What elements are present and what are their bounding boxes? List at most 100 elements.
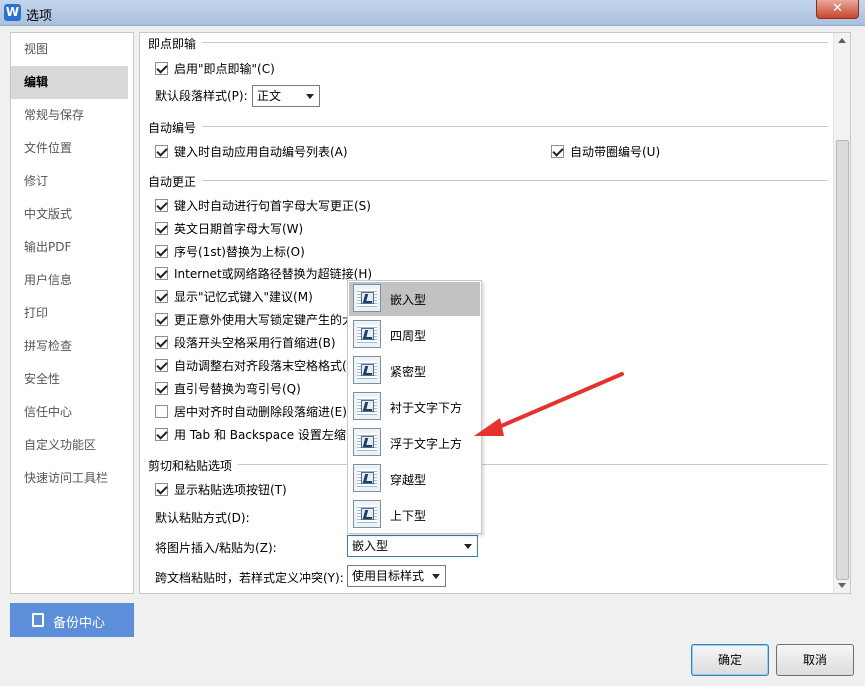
title-bar: W 选项 ✕ xyxy=(0,0,865,26)
edit-options-panel: 即点即输 启用"即点即输"(C) 默认段落样式(P): 正文 自动编号 键入时自… xyxy=(139,32,851,594)
auto-correct-label: 自动调整右对齐段落末空格格式( xyxy=(174,359,347,373)
auto-correct-option[interactable]: 英文日期首字母大写(W) xyxy=(155,220,303,238)
auto-correct-option[interactable]: 序号(1st)替换为上标(O) xyxy=(155,243,305,261)
sidebar-item-customize-ribbon[interactable]: 自定义功能区 xyxy=(11,429,133,462)
section-divider xyxy=(148,180,828,181)
enable-click-input-checkbox[interactable] xyxy=(155,62,168,75)
scroll-up-icon[interactable] xyxy=(838,38,846,43)
dropdown-option-top-bottom[interactable]: 上下型 xyxy=(349,498,480,532)
scroll-down-icon[interactable] xyxy=(838,583,846,588)
auto-correct-option[interactable]: 更正意外使用大写锁定键产生的大 xyxy=(155,311,354,329)
sidebar-item-file-location[interactable]: 文件位置 xyxy=(11,132,133,165)
show-paste-button-option[interactable]: 显示粘贴选项按钮(T) xyxy=(155,481,287,499)
dropdown-option-label: 嵌入型 xyxy=(390,293,427,307)
dropdown-option-label: 四周型 xyxy=(390,329,427,343)
sidebar-item-user-info[interactable]: 用户信息 xyxy=(11,264,133,297)
auto-circled-number-option[interactable]: 自动带圈编号(U) xyxy=(551,143,660,161)
auto-correct-checkbox[interactable] xyxy=(155,245,168,258)
dropdown-option-behind-text[interactable]: 衬于文字下方 xyxy=(349,390,480,424)
auto-correct-option[interactable]: 用 Tab 和 Backspace 设置左缩 xyxy=(155,426,346,444)
auto-number-list-checkbox[interactable] xyxy=(155,145,168,158)
wrap-style-dropdown: 嵌入型 四周型 紧密型 衬于文字下方 浮于文字上方 穿越型 上下型 xyxy=(347,280,482,534)
auto-correct-label: Internet或网络路径替换为超链接(H) xyxy=(174,267,373,281)
enable-click-input-option[interactable]: 启用"即点即输"(C) xyxy=(155,60,275,78)
auto-correct-checkbox[interactable] xyxy=(155,199,168,212)
sidebar-item-edit[interactable]: 编辑 xyxy=(11,66,128,99)
auto-correct-checkbox[interactable] xyxy=(155,382,168,395)
sidebar-item-general-save[interactable]: 常规与保存 xyxy=(11,99,133,132)
enable-click-input-label: 启用"即点即输"(C) xyxy=(174,62,275,76)
dropdown-option-label: 紧密型 xyxy=(390,365,427,379)
wrap-inline-icon xyxy=(353,284,381,312)
default-paste-label: 默认粘贴方式(D): xyxy=(155,511,250,525)
cross-doc-paste-select[interactable]: 使用目标样式 xyxy=(347,565,446,587)
backup-center-button[interactable]: 备份中心 xyxy=(10,603,134,637)
section-title-click-input: 即点即输 xyxy=(148,35,203,52)
dropdown-option-label: 浮于文字上方 xyxy=(390,437,463,451)
dropdown-option-in-front-of-text[interactable]: 浮于文字上方 xyxy=(349,426,480,460)
auto-correct-label: 居中对齐时自动删除段落缩进(E) xyxy=(174,405,347,419)
auto-correct-option[interactable]: Internet或网络路径替换为超链接(H) xyxy=(155,265,372,283)
backup-icon xyxy=(32,613,44,627)
auto-circled-number-checkbox[interactable] xyxy=(551,145,564,158)
sidebar-item-trust-center[interactable]: 信任中心 xyxy=(11,396,133,429)
picture-paste-select[interactable]: 嵌入型 xyxy=(347,535,478,557)
show-paste-button-label: 显示粘贴选项按钮(T) xyxy=(174,483,287,497)
dropdown-option-through[interactable]: 穿越型 xyxy=(349,462,480,496)
options-sidebar: 视图 编辑 常规与保存 文件位置 修订 中文版式 输出PDF 用户信息 打印 拼… xyxy=(10,32,134,594)
auto-correct-option[interactable]: 段落开头空格采用行首缩进(B) xyxy=(155,334,336,352)
auto-correct-label: 更正意外使用大写锁定键产生的大 xyxy=(174,313,355,327)
auto-correct-option[interactable]: 直引号替换为弯引号(Q) xyxy=(155,380,301,398)
auto-correct-checkbox[interactable] xyxy=(155,290,168,303)
auto-correct-option[interactable]: 显示"记忆式键入"建议(M) xyxy=(155,288,313,306)
sidebar-item-revision[interactable]: 修订 xyxy=(11,165,133,198)
auto-correct-label: 键入时自动进行句首字母大写更正(S) xyxy=(174,199,371,213)
sidebar-item-quick-access-toolbar[interactable]: 快速访问工具栏 xyxy=(11,462,133,495)
dropdown-option-label: 穿越型 xyxy=(390,473,427,487)
cross-doc-paste-value: 使用目标样式 xyxy=(352,569,425,583)
scroll-thumb[interactable] xyxy=(836,140,849,580)
dropdown-option-square[interactable]: 四周型 xyxy=(349,318,480,352)
auto-correct-option[interactable]: 居中对齐时自动删除段落缩进(E) xyxy=(155,403,347,421)
section-divider xyxy=(148,464,828,465)
wrap-in-front-icon xyxy=(353,428,381,456)
auto-correct-checkbox[interactable] xyxy=(155,222,168,235)
ok-button[interactable]: 确定 xyxy=(691,644,769,676)
auto-correct-label: 英文日期首字母大写(W) xyxy=(174,222,304,236)
auto-correct-label: 直引号替换为弯引号(Q) xyxy=(174,382,301,396)
auto-number-list-label: 键入时自动应用自动编号列表(A) xyxy=(174,145,348,159)
auto-correct-label: 用 Tab 和 Backspace 设置左缩 xyxy=(174,428,346,442)
auto-correct-option[interactable]: 键入时自动进行句首字母大写更正(S) xyxy=(155,197,371,215)
auto-number-list-option[interactable]: 键入时自动应用自动编号列表(A) xyxy=(155,143,348,161)
section-divider xyxy=(148,126,828,127)
dropdown-option-label: 衬于文字下方 xyxy=(390,401,463,415)
chevron-down-icon xyxy=(464,544,472,549)
auto-correct-checkbox[interactable] xyxy=(155,267,168,280)
default-paragraph-style-select[interactable]: 正文 xyxy=(252,85,320,107)
sidebar-item-view[interactable]: 视图 xyxy=(11,33,133,66)
window-title: 选项 xyxy=(26,9,53,24)
auto-correct-checkbox[interactable] xyxy=(155,428,168,441)
auto-circled-number-label: 自动带圈编号(U) xyxy=(570,145,661,159)
auto-correct-checkbox[interactable] xyxy=(155,313,168,326)
auto-correct-option[interactable]: 自动调整右对齐段落末空格格式( xyxy=(155,357,347,375)
section-divider xyxy=(148,42,828,43)
close-button[interactable]: ✕ xyxy=(816,0,859,19)
auto-correct-checkbox[interactable] xyxy=(155,359,168,372)
auto-correct-checkbox[interactable] xyxy=(155,405,168,418)
cancel-button[interactable]: 取消 xyxy=(776,644,854,676)
sidebar-item-security[interactable]: 安全性 xyxy=(11,363,133,396)
sidebar-item-spell-check[interactable]: 拼写检查 xyxy=(11,330,133,363)
sidebar-item-print[interactable]: 打印 xyxy=(11,297,133,330)
sidebar-item-chinese-layout[interactable]: 中文版式 xyxy=(11,198,133,231)
dropdown-option-tight[interactable]: 紧密型 xyxy=(349,354,480,388)
auto-correct-label: 段落开头空格采用行首缩进(B) xyxy=(174,336,336,350)
show-paste-button-checkbox[interactable] xyxy=(155,483,168,496)
sidebar-item-export-pdf[interactable]: 输出PDF xyxy=(11,231,133,264)
wrap-tight-icon xyxy=(353,356,381,384)
vertical-scrollbar[interactable] xyxy=(833,33,850,593)
auto-correct-label: 显示"记忆式键入"建议(M) xyxy=(174,290,313,304)
auto-correct-checkbox[interactable] xyxy=(155,336,168,349)
wps-writer-icon: W xyxy=(4,4,21,21)
dropdown-option-inline[interactable]: 嵌入型 xyxy=(349,282,480,316)
